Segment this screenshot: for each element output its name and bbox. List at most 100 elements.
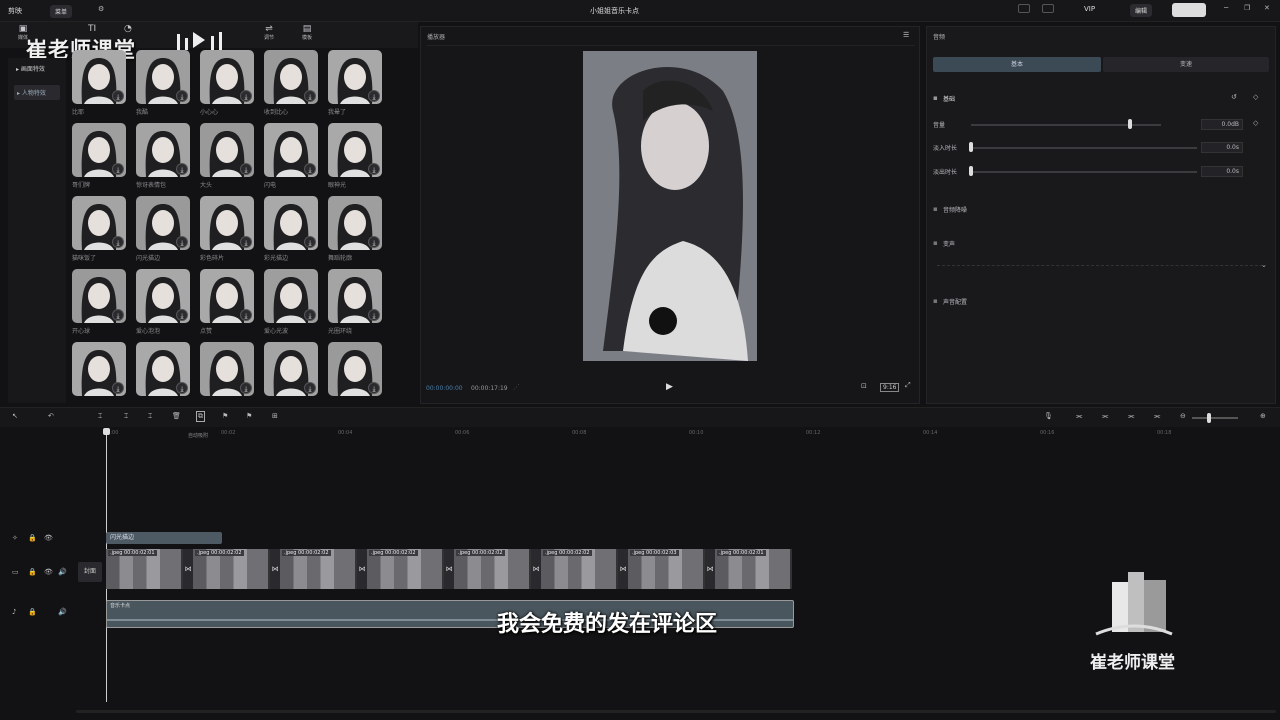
tab-basic[interactable]: 基本 [933, 57, 1101, 72]
download-icon[interactable]: ⤓ [176, 90, 188, 102]
effect-item[interactable]: ⤓ 爱心光波 [264, 269, 318, 335]
chevron-down-icon[interactable]: ⌄ [1261, 261, 1267, 269]
video-clip[interactable]: .jpeg 00:00:02:01 [106, 549, 183, 589]
effect-item[interactable]: ⤓ [264, 342, 318, 399]
transition-icon[interactable]: ⋈ [705, 549, 715, 589]
effect-item[interactable]: ⤓ 闪光描边 [136, 196, 190, 262]
effect-item[interactable]: ⤓ 我晕了 [328, 50, 382, 116]
checkbox-icon[interactable]: ▪ [933, 297, 938, 305]
markers-icon[interactable]: ⋰ [513, 383, 520, 391]
cover-button[interactable]: 封面 [78, 562, 102, 582]
download-icon[interactable]: ⤓ [304, 309, 316, 321]
video-clip[interactable]: .jpeg 00:00:02:01 [715, 549, 792, 589]
transition-icon[interactable]: ⋈ [357, 549, 367, 589]
link-icon[interactable]: ⫘ [1102, 412, 1108, 421]
checkbox-icon[interactable]: ▪ [933, 94, 938, 102]
tab-sticker[interactable]: ◔ [124, 24, 132, 34]
option-sound-config[interactable]: 声音配置 [943, 297, 967, 306]
fullscreen-crop-icon[interactable]: ⊡ [861, 382, 867, 390]
download-icon[interactable]: ⤓ [240, 382, 252, 394]
play-icon[interactable]: ▶ [666, 382, 673, 392]
download-icon[interactable]: ⤓ [112, 90, 124, 102]
lock-icon[interactable]: 🔒 [28, 534, 37, 542]
split-icon[interactable]: ⌶ [98, 412, 102, 421]
freeze-icon[interactable]: ⧉ [196, 411, 205, 422]
select-tool-icon[interactable]: ↖ [12, 412, 18, 420]
effect-item[interactable]: ⤓ 收到比心 [264, 50, 318, 116]
effect-item[interactable]: ⤓ 惊讶表情包 [136, 123, 190, 189]
zoom-slider-handle[interactable] [1207, 413, 1211, 423]
checkbox-icon[interactable]: ▪ [933, 205, 938, 213]
volume-value[interactable]: 0.0dB [1201, 119, 1243, 130]
transition-icon[interactable]: ⋈ [531, 549, 541, 589]
download-icon[interactable]: ⤓ [112, 382, 124, 394]
volume-slider-handle[interactable] [1128, 119, 1132, 129]
lock-icon[interactable]: 🔒 [28, 608, 37, 616]
keyframe-icon[interactable]: ◇ [1253, 119, 1258, 127]
menu-button[interactable]: 菜单 [50, 5, 73, 18]
effect-item[interactable]: ⤓ 猫咪饭了 [72, 196, 126, 262]
snap-icon[interactable]: ⫘ [1154, 412, 1160, 421]
download-icon[interactable]: ⤓ [240, 309, 252, 321]
marker-icon[interactable]: ⚑ [222, 412, 228, 420]
tab-speed[interactable]: 变速 [1103, 57, 1269, 72]
effect-item[interactable]: ⤓ 开心球 [72, 269, 126, 335]
tab-adjust[interactable]: ⇌ 调节 [264, 24, 274, 41]
share-button[interactable]: 编辑 [1130, 4, 1153, 17]
effect-item[interactable]: ⤓ [72, 342, 126, 399]
video-clip[interactable]: .jpeg 00:00:02:02 [454, 549, 531, 589]
download-icon[interactable]: ⤓ [176, 382, 188, 394]
download-icon[interactable]: ⤓ [112, 309, 124, 321]
effect-item[interactable]: ⤓ 舞蹈轮廓 [328, 196, 382, 262]
download-icon[interactable]: ⤓ [368, 309, 380, 321]
keyframe-icon[interactable]: ◇ [1253, 93, 1258, 101]
tab-text[interactable]: TI [88, 24, 96, 34]
timeline-scrollbar[interactable] [76, 710, 1276, 713]
sidebar-item-person-effects[interactable]: ▸ 人物特效 [14, 85, 60, 100]
effect-item[interactable]: ⤓ 小心心 [200, 50, 254, 116]
playhead-handle[interactable] [103, 428, 110, 435]
download-icon[interactable]: ⤓ [368, 163, 380, 175]
download-icon[interactable]: ⤓ [112, 163, 124, 175]
download-icon[interactable]: ⤓ [240, 163, 252, 175]
zoom-out-icon[interactable]: ⊖ [1180, 412, 1186, 420]
close-icon[interactable]: ✕ [1264, 4, 1270, 12]
fade-in-slider[interactable] [971, 147, 1197, 149]
reset-icon[interactable]: ↺ [1231, 93, 1237, 101]
effect-item[interactable]: ⤓ 点赞 [200, 269, 254, 335]
microphone-icon[interactable]: 🎙 [1044, 412, 1053, 420]
fade-out-slider[interactable] [971, 171, 1197, 173]
shortcut-icon[interactable] [1042, 4, 1054, 13]
download-icon[interactable]: ⤓ [304, 382, 316, 394]
effect-item[interactable]: ⤓ 大头 [200, 123, 254, 189]
tab-template[interactable]: ▤ 模板 [302, 24, 312, 41]
maximize-icon[interactable]: ❐ [1244, 4, 1250, 12]
option-voice-change[interactable]: 变声 [943, 239, 955, 248]
download-icon[interactable]: ⤓ [304, 236, 316, 248]
zoom-slider[interactable] [1192, 417, 1238, 419]
split-left-icon[interactable]: ⌶ [124, 412, 128, 421]
video-clip[interactable]: .jpeg 00:00:02:02 [541, 549, 618, 589]
minimize-icon[interactable]: ─ [1224, 4, 1228, 12]
expand-icon[interactable]: ⤢ [905, 381, 911, 390]
download-icon[interactable]: ⤓ [240, 236, 252, 248]
volume-slider[interactable] [971, 124, 1161, 126]
option-denoise[interactable]: 音频降噪 [943, 205, 967, 214]
checkbox-icon[interactable]: ▪ [933, 239, 938, 247]
settings-icon[interactable]: ⚙ [98, 5, 104, 13]
download-icon[interactable]: ⤓ [368, 236, 380, 248]
link-icon[interactable]: ⫘ [1076, 412, 1082, 421]
zoom-in-icon[interactable]: ⊕ [1260, 412, 1266, 420]
effect-item[interactable]: ⤓ [136, 342, 190, 399]
transition-icon[interactable]: ⋈ [444, 549, 454, 589]
download-icon[interactable]: ⤓ [304, 163, 316, 175]
aspect-ratio-button[interactable]: 9:16 [880, 383, 900, 392]
download-icon[interactable]: ⤓ [176, 309, 188, 321]
transition-icon[interactable]: ⋈ [618, 549, 628, 589]
download-icon[interactable]: ⤓ [240, 90, 252, 102]
download-icon[interactable]: ⤓ [368, 382, 380, 394]
effect-item[interactable]: ⤓ [328, 342, 382, 399]
fade-out-value[interactable]: 0.0s [1201, 166, 1243, 177]
effect-item[interactable]: ⤓ 眼神光 [328, 123, 382, 189]
effect-item[interactable]: ⤓ 比耶 [72, 50, 126, 116]
